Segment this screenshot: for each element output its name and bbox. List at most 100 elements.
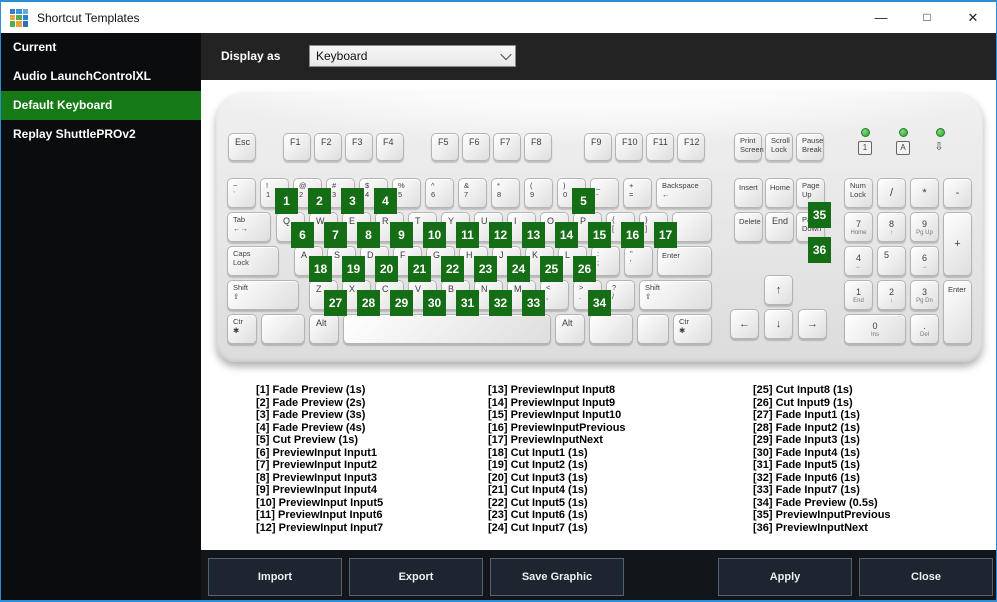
key-np-2: 2 ↓ bbox=[877, 280, 906, 310]
legend-item: [36] PreviewInputNext bbox=[753, 521, 868, 534]
legend-item: [30] Fade Input4 (1s) bbox=[753, 446, 860, 459]
save-graphic-button[interactable]: Save Graphic bbox=[490, 558, 624, 596]
close-button[interactable]: ✕ bbox=[950, 2, 996, 33]
key-f10: F10 bbox=[615, 133, 643, 161]
shortcut-badge-24: 24 bbox=[507, 256, 530, 282]
legend-item: [5] Cut Preview (1s) bbox=[256, 434, 359, 446]
legend-item: [35] PreviewInputPrevious bbox=[753, 509, 891, 521]
led-symbol-1: 1 bbox=[858, 141, 872, 155]
export-button[interactable]: Export bbox=[349, 558, 483, 596]
close-button[interactable]: Close bbox=[859, 558, 993, 596]
shortcut-badge-27: 27 bbox=[324, 290, 347, 316]
key-blank-3 bbox=[637, 314, 669, 344]
key-f5: F5 bbox=[431, 133, 459, 161]
key-quote: " ' bbox=[624, 246, 653, 276]
shortcut-badge-33: 33 bbox=[522, 290, 545, 316]
legend-item: [13] PreviewInput Input8 bbox=[488, 384, 616, 396]
legend-item: [7] PreviewInput Input2 bbox=[256, 459, 378, 471]
shortcut-badge-20: 20 bbox=[375, 256, 398, 282]
legend-item: [25] Cut Input8 (1s) bbox=[753, 384, 853, 396]
legend-item: [24] Cut Input7 (1s) bbox=[488, 521, 588, 534]
shortcut-badge-34: 34 bbox=[588, 290, 611, 316]
key-f3: F3 bbox=[345, 133, 373, 161]
app-icon bbox=[10, 8, 28, 27]
shortcut-badge-1: 1 bbox=[275, 188, 298, 214]
shortcut-badge-21: 21 bbox=[408, 256, 431, 282]
legend-item: [12] PreviewInput Input7 bbox=[256, 521, 384, 534]
shortcut-badge-35: 35 bbox=[808, 202, 831, 228]
shortcut-badge-32: 32 bbox=[489, 290, 512, 316]
key-ctrl-right: Ctr ✱ bbox=[673, 314, 712, 344]
chevron-down-icon bbox=[497, 46, 515, 66]
key-blank-2 bbox=[589, 314, 633, 344]
legend-item: [29] Fade Input3 (1s) bbox=[753, 434, 860, 446]
legend-column-3: [25] Cut Input8 (1s) [26] Cut Input9 (1s)… bbox=[753, 384, 891, 534]
shortcut-badge-29: 29 bbox=[390, 290, 413, 316]
key-esc: Esc bbox=[228, 133, 256, 161]
key-f7: F7 bbox=[493, 133, 521, 161]
key-ctrl-left: Ctr ✱ bbox=[227, 314, 257, 344]
key-np-enter: Enter bbox=[943, 280, 972, 344]
shortcut-badge-23: 23 bbox=[474, 256, 497, 282]
key-enter: Enter bbox=[657, 246, 712, 276]
legend-item: [6] PreviewInput Input1 bbox=[256, 446, 378, 459]
main-content: Esc F1 F2 F3 F4 F5 F6 F7 F8 F9 F10 F11 F12 Print Scree… bbox=[201, 80, 996, 550]
apply-button[interactable]: Apply bbox=[718, 558, 852, 596]
legend-item: [4] Fade Preview (4s) bbox=[256, 421, 366, 434]
import-button[interactable]: Import bbox=[208, 558, 342, 596]
legend-item: [21] Cut Input4 (1s) bbox=[488, 484, 588, 496]
key-f9: F9 bbox=[584, 133, 612, 161]
key-f4: F4 bbox=[376, 133, 404, 161]
key-f6: F6 bbox=[462, 133, 490, 161]
shortcut-badge-18: 18 bbox=[309, 256, 332, 282]
key-np-0: 0 Ins bbox=[844, 314, 906, 344]
key-np-7: 7 Home bbox=[844, 212, 873, 242]
shortcut-badge-31: 31 bbox=[456, 290, 479, 316]
sidebar: Current Audio LaunchControlXL Default Keyb… bbox=[1, 33, 201, 600]
key-np-subtract: - bbox=[943, 178, 972, 208]
shortcut-badge-7: 7 bbox=[324, 222, 347, 248]
key-home: Home bbox=[765, 178, 794, 208]
shortcut-badge-10: 10 bbox=[423, 222, 446, 248]
sidebar-item-audio-launchcontrolxl[interactable]: Audio LaunchControlXL bbox=[1, 62, 201, 91]
shortcut-badge-5: 5 bbox=[572, 188, 595, 214]
legend-item: [32] Fade Input6 (1s) bbox=[753, 471, 860, 484]
legend-item: [11] PreviewInput Input6 bbox=[256, 509, 383, 521]
key-f2: F2 bbox=[314, 133, 342, 161]
display-as-label: Display as bbox=[221, 49, 281, 63]
shortcut-badge-2: 2 bbox=[308, 188, 331, 214]
legend-item: [22] Cut Input5 (1s) bbox=[488, 496, 588, 509]
shortcut-badge-25: 25 bbox=[540, 256, 563, 282]
legend-item: [1] Fade Preview (1s) bbox=[256, 384, 366, 396]
key-arrow-right: → bbox=[798, 309, 827, 339]
key-f12: F12 bbox=[677, 133, 705, 161]
key-arrow-left: ← bbox=[730, 309, 759, 339]
shortcut-badge-4: 4 bbox=[374, 188, 397, 214]
sidebar-item-replay-shuttleprov2[interactable]: Replay ShuttlePROv2 bbox=[1, 120, 201, 149]
shortcut-badge-9: 9 bbox=[390, 222, 413, 248]
shortcut-badge-19: 19 bbox=[342, 256, 365, 282]
legend-item: [20] Cut Input3 (1s) bbox=[488, 471, 588, 484]
sidebar-item-default-keyboard[interactable]: Default Keyboard bbox=[1, 91, 201, 120]
shortcut-badge-13: 13 bbox=[522, 222, 545, 248]
key-caps-lock: Caps Lock bbox=[227, 246, 279, 276]
key-arrow-down: ↓ bbox=[764, 309, 793, 339]
shortcut-badge-11: 11 bbox=[456, 222, 479, 248]
minimize-button[interactable]: — bbox=[858, 2, 904, 33]
shortcut-templates-window: Shortcut Templates — □ ✕ Current Audio La… bbox=[0, 0, 997, 602]
key-shift-right: Shift ⇧ bbox=[639, 280, 712, 310]
key-f11: F11 bbox=[646, 133, 674, 161]
maximize-button[interactable]: □ bbox=[904, 2, 950, 33]
key-7: & 7 bbox=[458, 178, 487, 208]
sidebar-item-current[interactable]: Current bbox=[1, 33, 201, 62]
key-np-6: 6 → bbox=[910, 246, 939, 276]
legend-item: [26] Cut Input9 (1s) bbox=[753, 396, 853, 409]
display-as-dropdown[interactable]: Keyboard bbox=[309, 45, 516, 67]
key-8: * 8 bbox=[491, 178, 520, 208]
key-num-lock: Num Lock bbox=[844, 178, 873, 208]
led-symbol-3: ⇩ bbox=[934, 141, 944, 153]
key-alt-left: Alt bbox=[309, 314, 339, 344]
footer-left-panel bbox=[1, 550, 201, 600]
legend-item: [15] PreviewInput Input10 bbox=[488, 409, 622, 421]
legend-item: [33] Fade Input7 (1s) bbox=[753, 484, 860, 496]
